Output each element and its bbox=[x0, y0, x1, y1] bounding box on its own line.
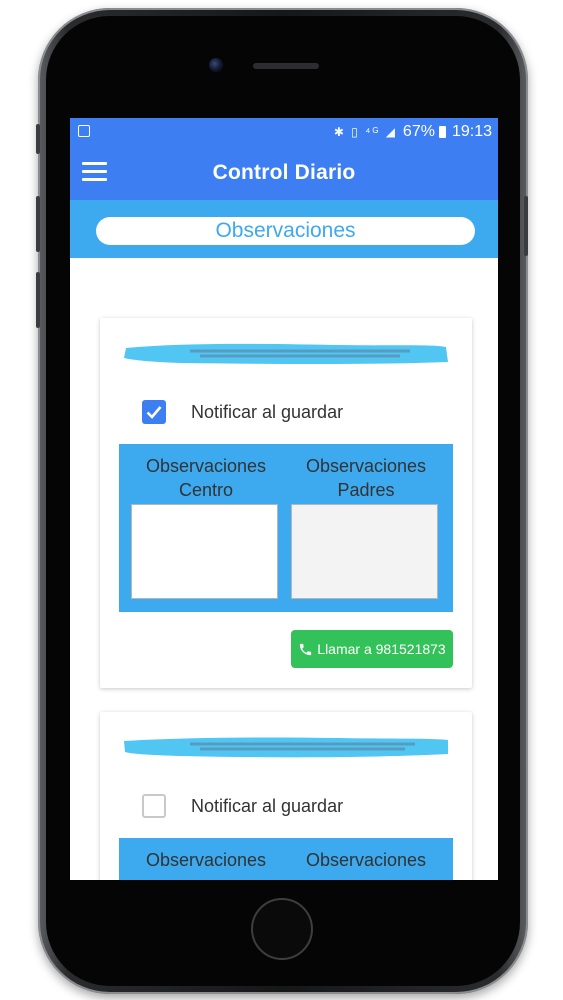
signal-icon: ◢ bbox=[385, 125, 397, 139]
status-icons: ✱ ▯ ⁴ᴳ ◢ bbox=[334, 125, 397, 139]
call-button[interactable]: Llamar a 981521873 bbox=[291, 630, 453, 668]
status-time: 19:13 bbox=[451, 123, 492, 140]
hamburger-menu-icon[interactable] bbox=[82, 162, 107, 182]
section-title: Observaciones bbox=[96, 217, 475, 245]
obs-padres-label: Observaciones bbox=[305, 456, 427, 476]
obs-centro-label-2: Centro bbox=[178, 480, 234, 500]
observations-panel: Observaciones Centro Observaciones Padre… bbox=[119, 444, 453, 612]
notify-checkbox[interactable] bbox=[142, 400, 166, 424]
app-title: Control Diario bbox=[212, 161, 356, 184]
notify-checkbox[interactable] bbox=[142, 794, 166, 818]
obs-padres-label-2: Padres bbox=[337, 480, 395, 500]
call-button-label: Llamar a 981521873 bbox=[317, 641, 446, 657]
battery-icon bbox=[438, 126, 446, 138]
network-4g-icon: ⁴ᴳ bbox=[365, 125, 381, 139]
status-bar: ✱ ▯ ⁴ᴳ ◢ 67% 19:13 bbox=[70, 118, 498, 146]
vibrate-icon: ▯ bbox=[351, 125, 360, 139]
mute-switch bbox=[36, 124, 40, 154]
home-button[interactable] bbox=[251, 898, 313, 960]
student-card: Notificar al guardar Observaciones Obser… bbox=[100, 712, 472, 880]
image-icon bbox=[78, 125, 90, 137]
obs-centro-textarea[interactable] bbox=[131, 504, 278, 599]
app-screen: ✱ ▯ ⁴ᴳ ◢ 67% 19:13 Control Diario Observ… bbox=[70, 118, 498, 880]
content-area[interactable]: Notificar al guardar Observaciones Centr… bbox=[70, 258, 498, 880]
earpiece-speaker bbox=[253, 63, 319, 69]
obs-centro-label: Observaciones bbox=[145, 850, 267, 870]
volume-down-button bbox=[36, 272, 40, 328]
obs-centro-label: Observaciones bbox=[145, 456, 267, 476]
notify-label: Notificar al guardar bbox=[191, 401, 344, 422]
front-camera-icon bbox=[209, 58, 223, 72]
bluetooth-icon: ✱ bbox=[333, 125, 346, 139]
obs-padres-header: Observaciones Padres bbox=[291, 454, 441, 502]
section-header: Observaciones bbox=[70, 200, 498, 258]
phone-icon bbox=[300, 643, 312, 655]
power-button bbox=[524, 196, 528, 256]
app-bar: Control Diario bbox=[70, 146, 498, 200]
battery-percent: 67% bbox=[402, 123, 435, 140]
obs-centro-header: Observaciones bbox=[131, 848, 281, 872]
observations-panel: Observaciones Observaciones bbox=[119, 838, 453, 880]
obs-padres-label: Observaciones bbox=[305, 850, 427, 870]
obs-centro-header: Observaciones Centro bbox=[131, 454, 281, 502]
notify-row[interactable]: Notificar al guardar bbox=[142, 400, 343, 424]
obs-padres-header: Observaciones bbox=[291, 848, 441, 872]
obs-padres-textarea[interactable] bbox=[291, 504, 438, 599]
redacted-name bbox=[124, 737, 448, 758]
redacted-name bbox=[124, 343, 448, 364]
student-card: Notificar al guardar Observaciones Centr… bbox=[100, 318, 472, 688]
notify-row[interactable]: Notificar al guardar bbox=[142, 794, 343, 818]
notify-label: Notificar al guardar bbox=[191, 795, 344, 816]
volume-up-button bbox=[36, 196, 40, 252]
